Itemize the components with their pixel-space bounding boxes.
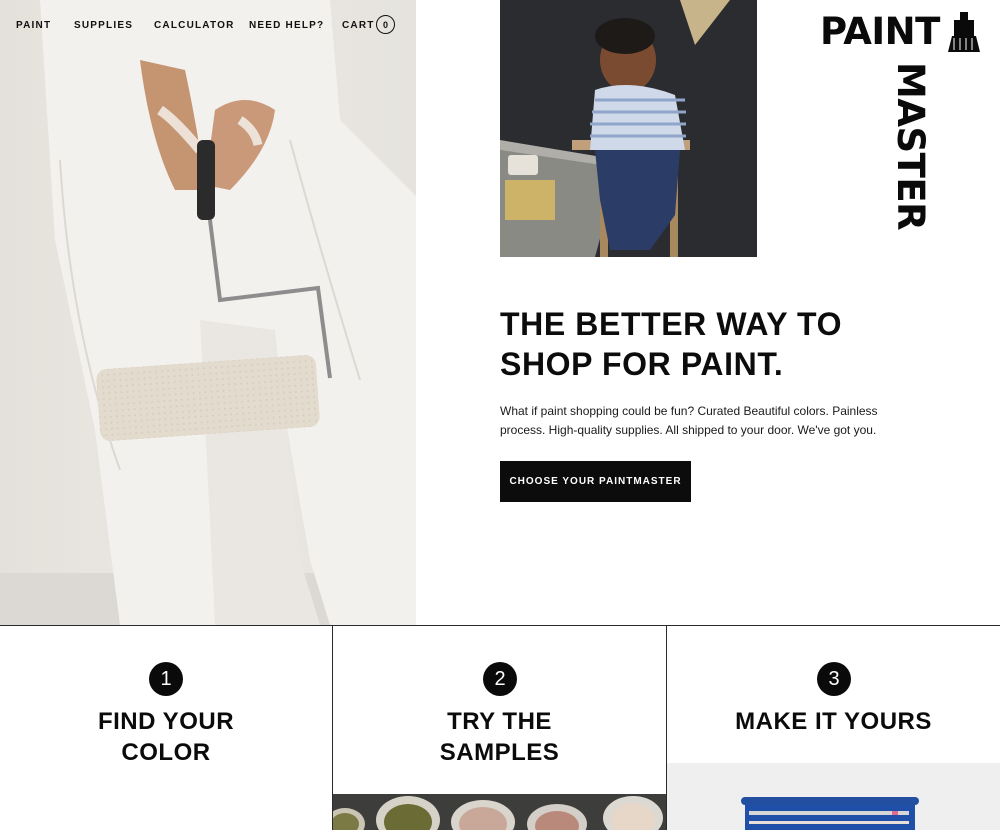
nav-cart[interactable]: CART xyxy=(342,20,375,31)
step-title: MAKE IT YOURS xyxy=(735,708,932,735)
paintmaster-logo[interactable]: PAINT MASTER xyxy=(820,10,992,230)
step-find-color[interactable]: 1 FIND YOUR COLOR xyxy=(0,626,332,830)
kid-photo xyxy=(500,0,757,257)
choose-paintmaster-button[interactable]: CHOOSE YOUR PAINTMASTER xyxy=(500,461,691,502)
logo-word-paint: PAINT xyxy=(820,10,940,53)
step-title: TRY THE SAMPLES xyxy=(439,708,560,766)
nav-supplies[interactable]: SUPPLIES xyxy=(74,20,133,31)
hero-headline: THE BETTER WAY TO SHOP FOR PAINT. xyxy=(500,306,843,382)
steps-section: 1 FIND YOUR COLOR 2 TRY THE SAMPLES 3 MA… xyxy=(0,625,1000,830)
painter-illustration xyxy=(40,0,416,625)
nav-paint[interactable]: PAINT xyxy=(16,20,51,31)
paint-bucket-image xyxy=(667,763,1000,830)
step-make-it-yours[interactable]: 3 MAKE IT YOURS xyxy=(666,626,1000,830)
cart-count-badge[interactable]: 0 xyxy=(376,15,395,34)
step-number-badge: 2 xyxy=(483,662,517,696)
hero-photo-roller xyxy=(0,0,416,625)
paint-samples-image xyxy=(333,794,666,830)
step-number-badge: 1 xyxy=(149,662,183,696)
step-number-badge: 3 xyxy=(817,662,851,696)
kid-illustration xyxy=(500,0,757,257)
nav-calculator[interactable]: CALCULATOR xyxy=(154,20,235,31)
step-try-samples[interactable]: 2 TRY THE SAMPLES xyxy=(332,626,666,830)
hero-tagline: What if paint shopping could be fun? Cur… xyxy=(500,404,878,437)
paintbrush-icon xyxy=(948,12,980,52)
step-title: FIND YOUR COLOR xyxy=(97,708,235,766)
logo-word-master: MASTER xyxy=(889,62,932,231)
nav-need-help[interactable]: NEED HELP? xyxy=(249,20,324,31)
